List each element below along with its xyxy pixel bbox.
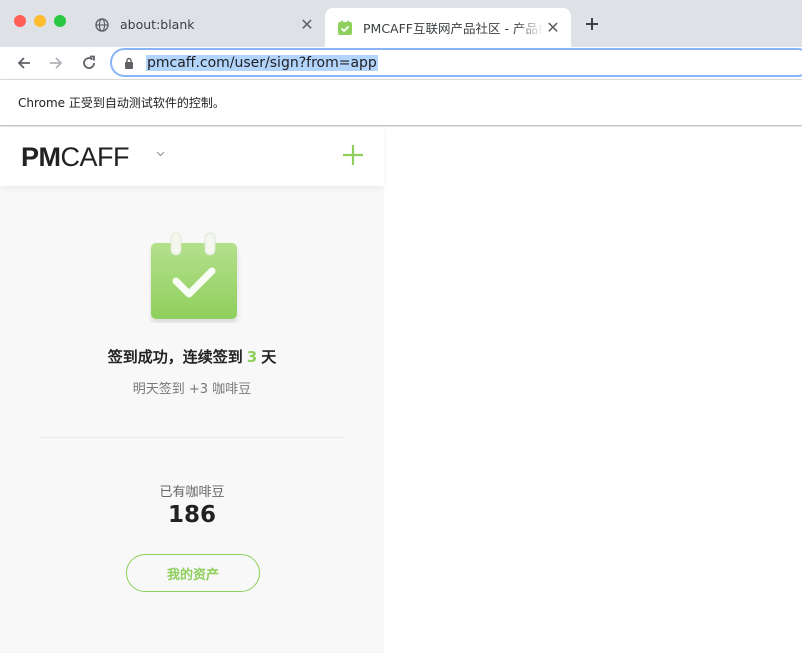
add-button[interactable] bbox=[341, 143, 365, 167]
reload-button[interactable] bbox=[76, 50, 102, 76]
pmcaff-favicon-icon bbox=[337, 20, 353, 36]
sign-reward-hint: 明天签到 +3 咖啡豆 bbox=[132, 382, 252, 397]
arrow-right-icon bbox=[50, 57, 63, 69]
sign-title-suffix: 天 bbox=[261, 348, 277, 366]
my-assets-button[interactable]: 我的资产 bbox=[126, 554, 260, 592]
sign-success-title: 签到成功，连续签到 3 天 bbox=[0, 346, 384, 367]
new-tab-button[interactable] bbox=[580, 12, 604, 36]
infobar-message: Chrome 正受到自动测试软件的控制。 bbox=[18, 96, 225, 110]
logo-light-text: CAFF bbox=[60, 142, 130, 172]
coffee-beans-label: 已有咖啡豆 bbox=[159, 485, 225, 500]
coffee-beans-count: 186 bbox=[167, 502, 216, 528]
app-header: PMCAFF bbox=[0, 127, 384, 186]
logo-bold-text: PM bbox=[21, 142, 61, 172]
window-minimize-button[interactable] bbox=[34, 15, 46, 27]
arrow-left-icon bbox=[17, 57, 30, 69]
mobile-app-page: PMCAFF 签到成功，连续签到 3 天 明天签到 +3 咖啡豆 已有咖啡豆 1… bbox=[0, 127, 384, 653]
url-host: pmcaff.com bbox=[147, 54, 230, 71]
section-divider bbox=[40, 437, 345, 438]
automation-infobar: Chrome 正受到自动测试软件的控制。 bbox=[0, 80, 802, 126]
address-bar[interactable]: pmcaff.com/user/sign?from=app bbox=[110, 48, 802, 77]
tab-about-blank[interactable]: about:blank ✕ bbox=[82, 8, 325, 41]
page-viewport: PMCAFF 签到成功，连续签到 3 天 明天签到 +3 咖啡豆 已有咖啡豆 1… bbox=[0, 127, 802, 653]
tab-close-icon[interactable]: ✕ bbox=[297, 15, 317, 35]
chevron-down-icon[interactable] bbox=[155, 149, 165, 159]
url-text: pmcaff.com/user/sign?from=app bbox=[146, 54, 378, 71]
tab-title: about:blank bbox=[120, 17, 195, 32]
window-maximize-button[interactable] bbox=[54, 15, 66, 27]
url-path: /user/sign?from=app bbox=[229, 54, 377, 71]
plus-icon bbox=[586, 18, 598, 30]
forward-button[interactable] bbox=[43, 50, 69, 76]
pmcaff-logo[interactable]: PMCAFF bbox=[21, 142, 129, 173]
sign-title-prefix: 签到成功，连续签到 bbox=[107, 348, 243, 366]
tab-strip: about:blank ✕ PMCAFF互联网产品社区 - 产品经理 ✕ bbox=[0, 0, 802, 47]
globe-icon bbox=[94, 17, 110, 33]
tab-title: PMCAFF互联网产品社区 - 产品经理 bbox=[363, 21, 543, 36]
window-close-button[interactable] bbox=[14, 15, 26, 27]
calendar-check-icon bbox=[149, 231, 241, 323]
reload-icon bbox=[83, 55, 95, 69]
lock-icon bbox=[124, 57, 134, 69]
plus-icon bbox=[343, 145, 363, 165]
tab-pmcaff[interactable]: PMCAFF互联网产品社区 - 产品经理 ✕ bbox=[325, 8, 571, 47]
consecutive-days-count: 3 bbox=[246, 348, 258, 366]
back-button[interactable] bbox=[11, 50, 37, 76]
tab-close-icon[interactable]: ✕ bbox=[543, 18, 563, 38]
browser-toolbar: pmcaff.com/user/sign?from=app bbox=[0, 47, 802, 80]
